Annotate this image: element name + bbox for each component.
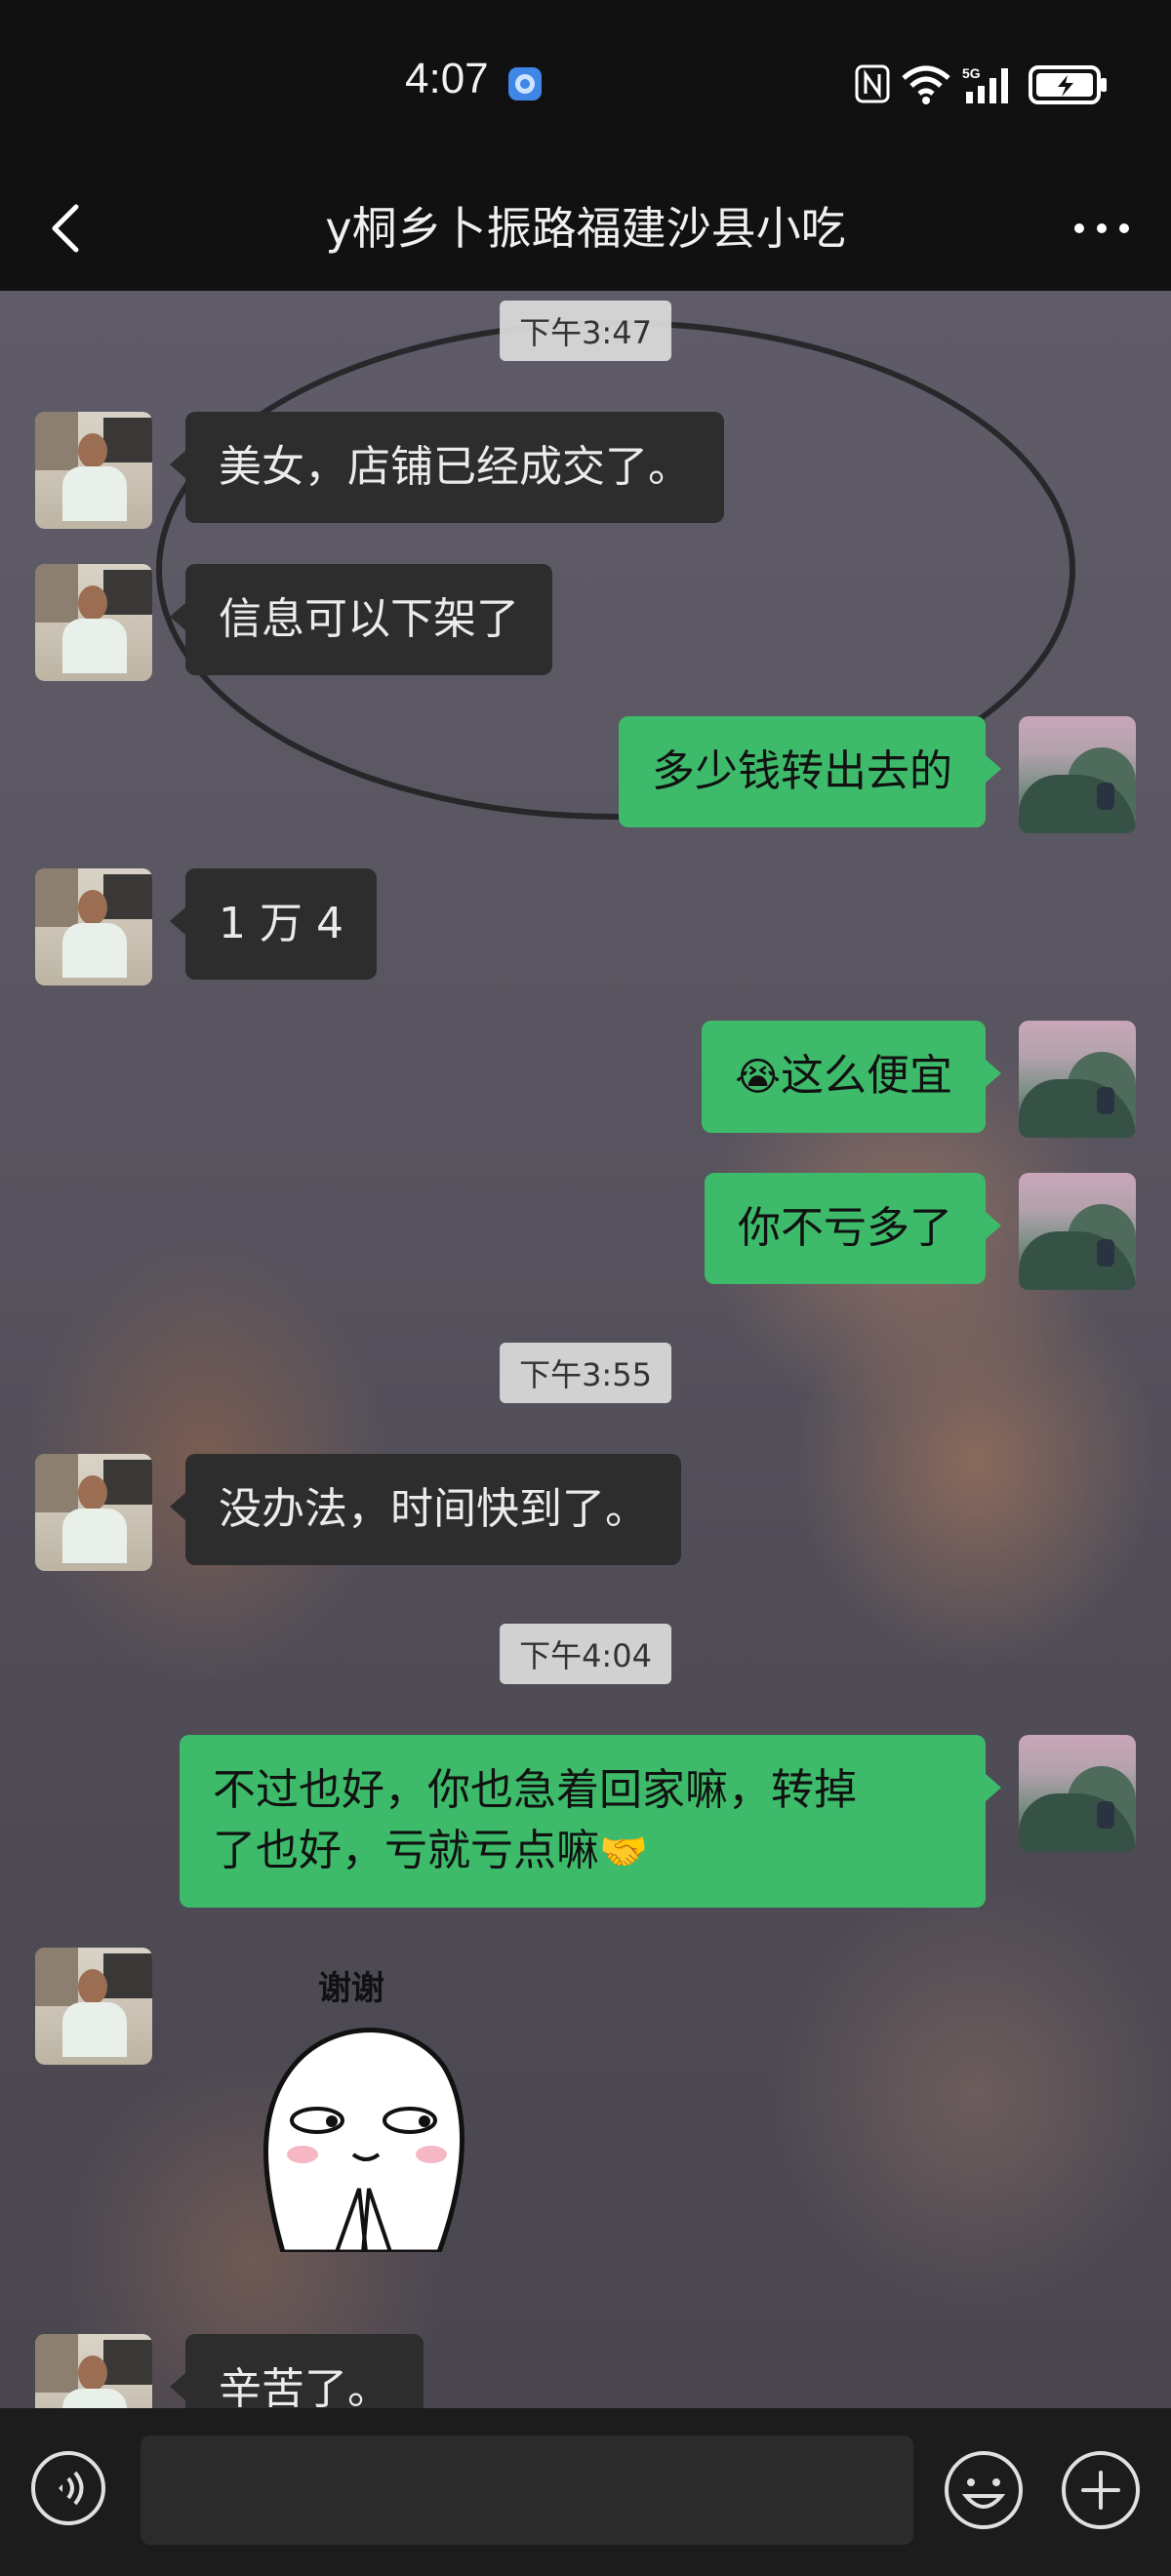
app-notification-icon — [507, 66, 543, 105]
back-button[interactable] — [39, 197, 98, 260]
contact-avatar[interactable] — [35, 564, 152, 681]
message-bubble-received[interactable]: 1 万 4 — [170, 868, 377, 980]
more-functions-button[interactable] — [1060, 2449, 1142, 2531]
message-bubble-sent[interactable]: 你不亏多了 — [705, 1173, 1001, 1284]
emoji-face-icon — [945, 2451, 1023, 2529]
chat-message-list[interactable]: 下午3:47 美女，店铺已经成交了。 信息可以下架了 多少钱转出去的 1 万 4 — [0, 291, 1171, 2408]
message-bubble-sent[interactable]: 多少钱转出去的 — [619, 716, 1001, 827]
my-avatar[interactable] — [1019, 1173, 1136, 1290]
contact-avatar[interactable] — [35, 412, 152, 529]
contact-avatar[interactable] — [35, 868, 152, 986]
chat-title: y桐乡卜振路福建沙县小吃 — [325, 202, 846, 255]
message-text: 美女，店铺已经成交了。 — [219, 442, 691, 492]
message-text: 这么便宜 — [781, 1051, 952, 1101]
more-options-button[interactable] — [1068, 207, 1136, 250]
message-text: 你不亏多了 — [738, 1203, 952, 1253]
signal-5g-icon: 5G — [962, 64, 1017, 109]
message-text: 多少钱转出去的 — [652, 746, 952, 796]
message-text: 辛苦了。 — [219, 2364, 390, 2408]
emoji-button[interactable] — [943, 2449, 1025, 2531]
voice-button[interactable] — [29, 2449, 107, 2527]
chat-screen: 4:07 5G y桐乡卜振路福建沙县小吃 下午3:47 美女，店铺已经成交了。 … — [0, 0, 1171, 2576]
handshake-emoji: 🤝 — [599, 1830, 648, 1874]
message-bubble-received[interactable]: 没办法，时间快到了。 — [170, 1454, 681, 1565]
nfc-icon — [855, 64, 890, 107]
contact-avatar[interactable] — [35, 2334, 152, 2408]
thanks-sticker[interactable] — [244, 2008, 478, 2301]
my-avatar[interactable] — [1019, 1735, 1136, 1852]
voice-icon — [31, 2451, 105, 2525]
sticker-caption: 谢谢 — [318, 1969, 384, 2008]
message-bubble-received[interactable]: 美女，店铺已经成交了。 — [170, 412, 724, 523]
chevron-left-icon — [52, 204, 79, 253]
contact-avatar[interactable] — [35, 1454, 152, 1571]
chat-header: y桐乡卜振路福建沙县小吃 — [0, 166, 1171, 291]
message-bubble-received[interactable]: 辛苦了。 — [170, 2334, 424, 2408]
message-text: 没办法，时间快到了。 — [219, 1484, 648, 1534]
message-bubble-received[interactable]: 信息可以下架了 — [170, 564, 552, 675]
status-bar: 4:07 5G — [0, 0, 1171, 166]
more-dots-icon — [1074, 223, 1129, 233]
timestamp: 下午4:04 — [500, 1624, 671, 1684]
input-bar — [0, 2408, 1171, 2576]
message-bubble-sent[interactable]: 不过也好，你也急着回家嘛，转掉 了也好，亏就亏点嘛🤝 — [180, 1735, 1001, 1908]
message-text: 1 万 4 — [219, 899, 343, 948]
message-text: 信息可以下架了 — [219, 594, 519, 644]
message-text-line: 不过也好，你也急着回家嘛，转掉 — [213, 1765, 857, 1815]
contact-avatar[interactable] — [35, 1948, 152, 2065]
network-label: 5G — [962, 65, 981, 81]
message-text-line: 了也好，亏就亏点嘛 — [213, 1826, 599, 1875]
wifi-icon — [900, 62, 952, 109]
status-time: 4:07 — [405, 55, 489, 102]
message-input[interactable] — [141, 2435, 913, 2545]
battery-charging-icon — [1029, 64, 1109, 109]
crying-emoji: 😭 — [735, 1055, 781, 1100]
my-avatar[interactable] — [1019, 1021, 1136, 1138]
timestamp: 下午3:55 — [500, 1343, 671, 1403]
timestamp: 下午3:47 — [500, 301, 671, 361]
message-bubble-sent[interactable]: 😭这么便宜 — [702, 1021, 1001, 1133]
plus-circle-icon — [1062, 2451, 1140, 2529]
my-avatar[interactable] — [1019, 716, 1136, 833]
